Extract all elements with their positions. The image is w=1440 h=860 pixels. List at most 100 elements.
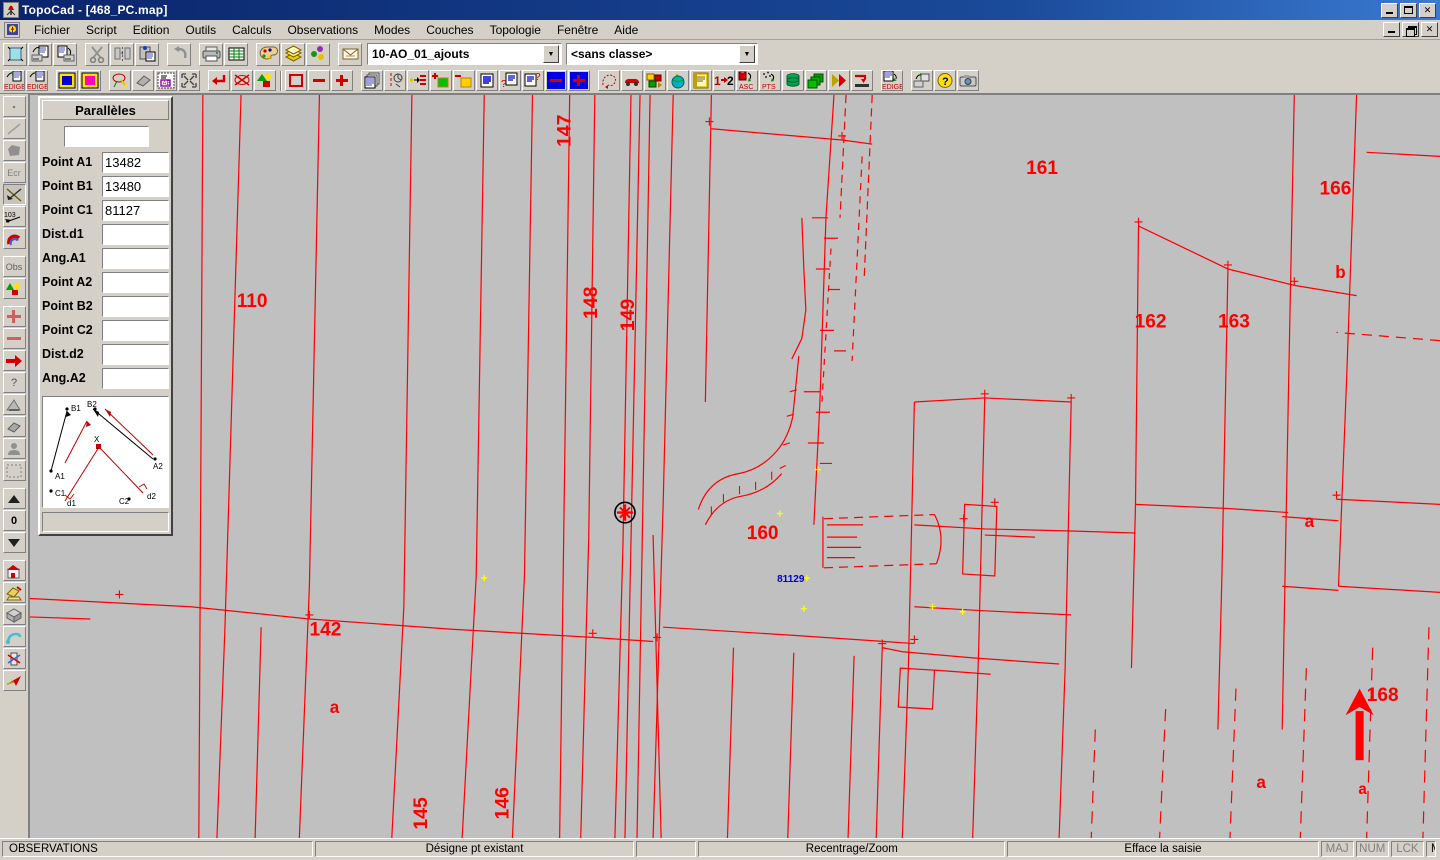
measure-angle-icon[interactable] xyxy=(384,70,406,91)
maximize-button[interactable] xyxy=(1400,2,1417,18)
menu-item-fenetre[interactable]: Fenêtre xyxy=(549,21,606,39)
snap-intersection-icon[interactable] xyxy=(2,184,26,205)
point-number-icon[interactable]: 103 xyxy=(2,206,26,227)
level-zero-icon[interactable]: 0 xyxy=(2,510,26,531)
parcels-icon[interactable] xyxy=(644,70,666,91)
layers-icon[interactable] xyxy=(281,42,305,66)
scroll-up-icon[interactable] xyxy=(2,488,26,509)
spreadsheet-icon[interactable] xyxy=(224,42,248,66)
classes-icon[interactable] xyxy=(306,42,330,66)
move-object-icon[interactable] xyxy=(911,70,933,91)
plus-blue-icon[interactable] xyxy=(568,70,590,91)
cut-icon[interactable] xyxy=(85,42,109,66)
arrow-tool-icon[interactable] xyxy=(2,670,26,691)
fast-forward-icon[interactable] xyxy=(828,70,850,91)
open-file-icon[interactable] xyxy=(28,42,52,66)
menu-item-edition[interactable]: Edition xyxy=(125,21,178,39)
point-icon[interactable] xyxy=(2,96,26,117)
minus-blue-icon[interactable] xyxy=(545,70,567,91)
layer-combo[interactable]: 10-AO_01_ajouts ▼ xyxy=(367,43,562,65)
text-ecr-icon[interactable]: Ecr xyxy=(2,162,26,183)
color-magenta-icon[interactable] xyxy=(79,70,101,91)
eraser-icon[interactable] xyxy=(132,70,154,91)
menu-item-topologie[interactable]: Topologie xyxy=(482,21,549,39)
save-file-icon[interactable] xyxy=(53,42,77,66)
input-dist-d2[interactable] xyxy=(102,343,169,365)
menu-item-outils[interactable]: Outils xyxy=(177,21,224,39)
pipe-icon[interactable] xyxy=(2,626,26,647)
book-icon[interactable] xyxy=(690,70,712,91)
minimize-button[interactable] xyxy=(1381,2,1398,18)
undo-icon[interactable] xyxy=(167,42,191,66)
export-asc-icon[interactable]: ASC xyxy=(736,70,758,91)
camera-icon[interactable] xyxy=(957,70,979,91)
add-green-icon[interactable] xyxy=(430,70,452,91)
mdi-restore-button[interactable] xyxy=(1402,22,1419,37)
insert-row-icon[interactable] xyxy=(407,70,429,91)
copy-layers-icon[interactable] xyxy=(805,70,827,91)
polygon-fill-icon[interactable] xyxy=(2,140,26,161)
input-ang-a1[interactable] xyxy=(102,247,169,269)
import-arrow-icon[interactable] xyxy=(851,70,873,91)
map-canvas[interactable]: 110 147 148 149 161 166 162 163 b a 160 142 a 145 146 a… xyxy=(29,94,1440,838)
export-pts-icon[interactable]: PTS xyxy=(759,70,781,91)
zoom-extents-icon[interactable] xyxy=(178,70,200,91)
symbols-icon[interactable] xyxy=(2,278,26,299)
input-point-a1[interactable]: 13482 xyxy=(102,151,169,173)
close-button[interactable]: ✕ xyxy=(1419,2,1436,18)
document-icon[interactable] xyxy=(4,21,20,38)
return-arrow-icon[interactable] xyxy=(208,70,230,91)
database-icon[interactable] xyxy=(782,70,804,91)
menu-item-calculs[interactable]: Calculs xyxy=(224,21,279,39)
person-icon[interactable] xyxy=(2,438,26,459)
globe-icon[interactable] xyxy=(667,70,689,91)
input-point-c1[interactable]: 81127 xyxy=(102,199,169,221)
input-dist-d1[interactable] xyxy=(102,223,169,245)
observations-icon[interactable]: Obs xyxy=(2,256,26,277)
polygon-red-icon[interactable] xyxy=(598,70,620,91)
copy-mirror-icon[interactable] xyxy=(110,42,134,66)
input-point-a2[interactable] xyxy=(102,271,169,293)
zoom-in-icon[interactable] xyxy=(2,306,26,327)
status-recentrage-button[interactable]: Recentrage/Zoom xyxy=(698,841,1006,857)
mdi-minimize-button[interactable] xyxy=(1383,22,1400,37)
panel-top-input[interactable] xyxy=(64,126,149,147)
edigeo-export-icon[interactable]: EDIGEO xyxy=(26,70,48,91)
print-icon[interactable] xyxy=(199,42,223,66)
zoom-out-icon[interactable] xyxy=(2,328,26,349)
menu-item-script[interactable]: Script xyxy=(78,21,125,39)
list-blue-icon[interactable] xyxy=(476,70,498,91)
menu-item-observations[interactable]: Observations xyxy=(279,21,366,39)
palette-icon[interactable] xyxy=(256,42,280,66)
paste-icon[interactable] xyxy=(135,42,159,66)
menu-item-couches[interactable]: Couches xyxy=(418,21,481,39)
edigeo-import-icon[interactable]: EDIGEO xyxy=(3,70,25,91)
remove-yellow-icon[interactable] xyxy=(453,70,475,91)
input-point-c2[interactable] xyxy=(102,319,169,341)
rectangle-outline-icon[interactable] xyxy=(285,70,307,91)
car-icon[interactable] xyxy=(621,70,643,91)
scroll-down-icon[interactable] xyxy=(2,532,26,553)
chevron-down-icon[interactable]: ▼ xyxy=(739,45,755,63)
help-query-icon[interactable]: ? xyxy=(2,372,26,393)
line-icon[interactable] xyxy=(2,118,26,139)
status-efface-button[interactable]: Efface la saisie xyxy=(1007,841,1319,857)
delete-cross-icon[interactable] xyxy=(231,70,253,91)
erase-tool-icon[interactable] xyxy=(2,416,26,437)
menu-item-fichier[interactable]: Fichier xyxy=(26,21,78,39)
measure-icon[interactable] xyxy=(2,648,26,669)
minus-icon[interactable] xyxy=(308,70,330,91)
menu-item-aide[interactable]: Aide xyxy=(606,21,646,39)
box-icon[interactable] xyxy=(2,604,26,625)
mdi-close-button[interactable]: ✕ xyxy=(1421,22,1438,37)
plus-icon[interactable] xyxy=(331,70,353,91)
parcel-edit-icon[interactable] xyxy=(2,582,26,603)
query-list-icon[interactable]: ? xyxy=(499,70,521,91)
edigeo-doc-icon[interactable]: EDIGEO xyxy=(881,70,903,91)
help-list-icon[interactable]: ? xyxy=(522,70,544,91)
new-map-icon[interactable] xyxy=(3,42,27,66)
renumber-icon[interactable]: 1 2 xyxy=(713,70,735,91)
pan-right-icon[interactable] xyxy=(2,350,26,371)
draw-lasso-icon[interactable] xyxy=(109,70,131,91)
magnet-icon[interactable] xyxy=(2,228,26,249)
